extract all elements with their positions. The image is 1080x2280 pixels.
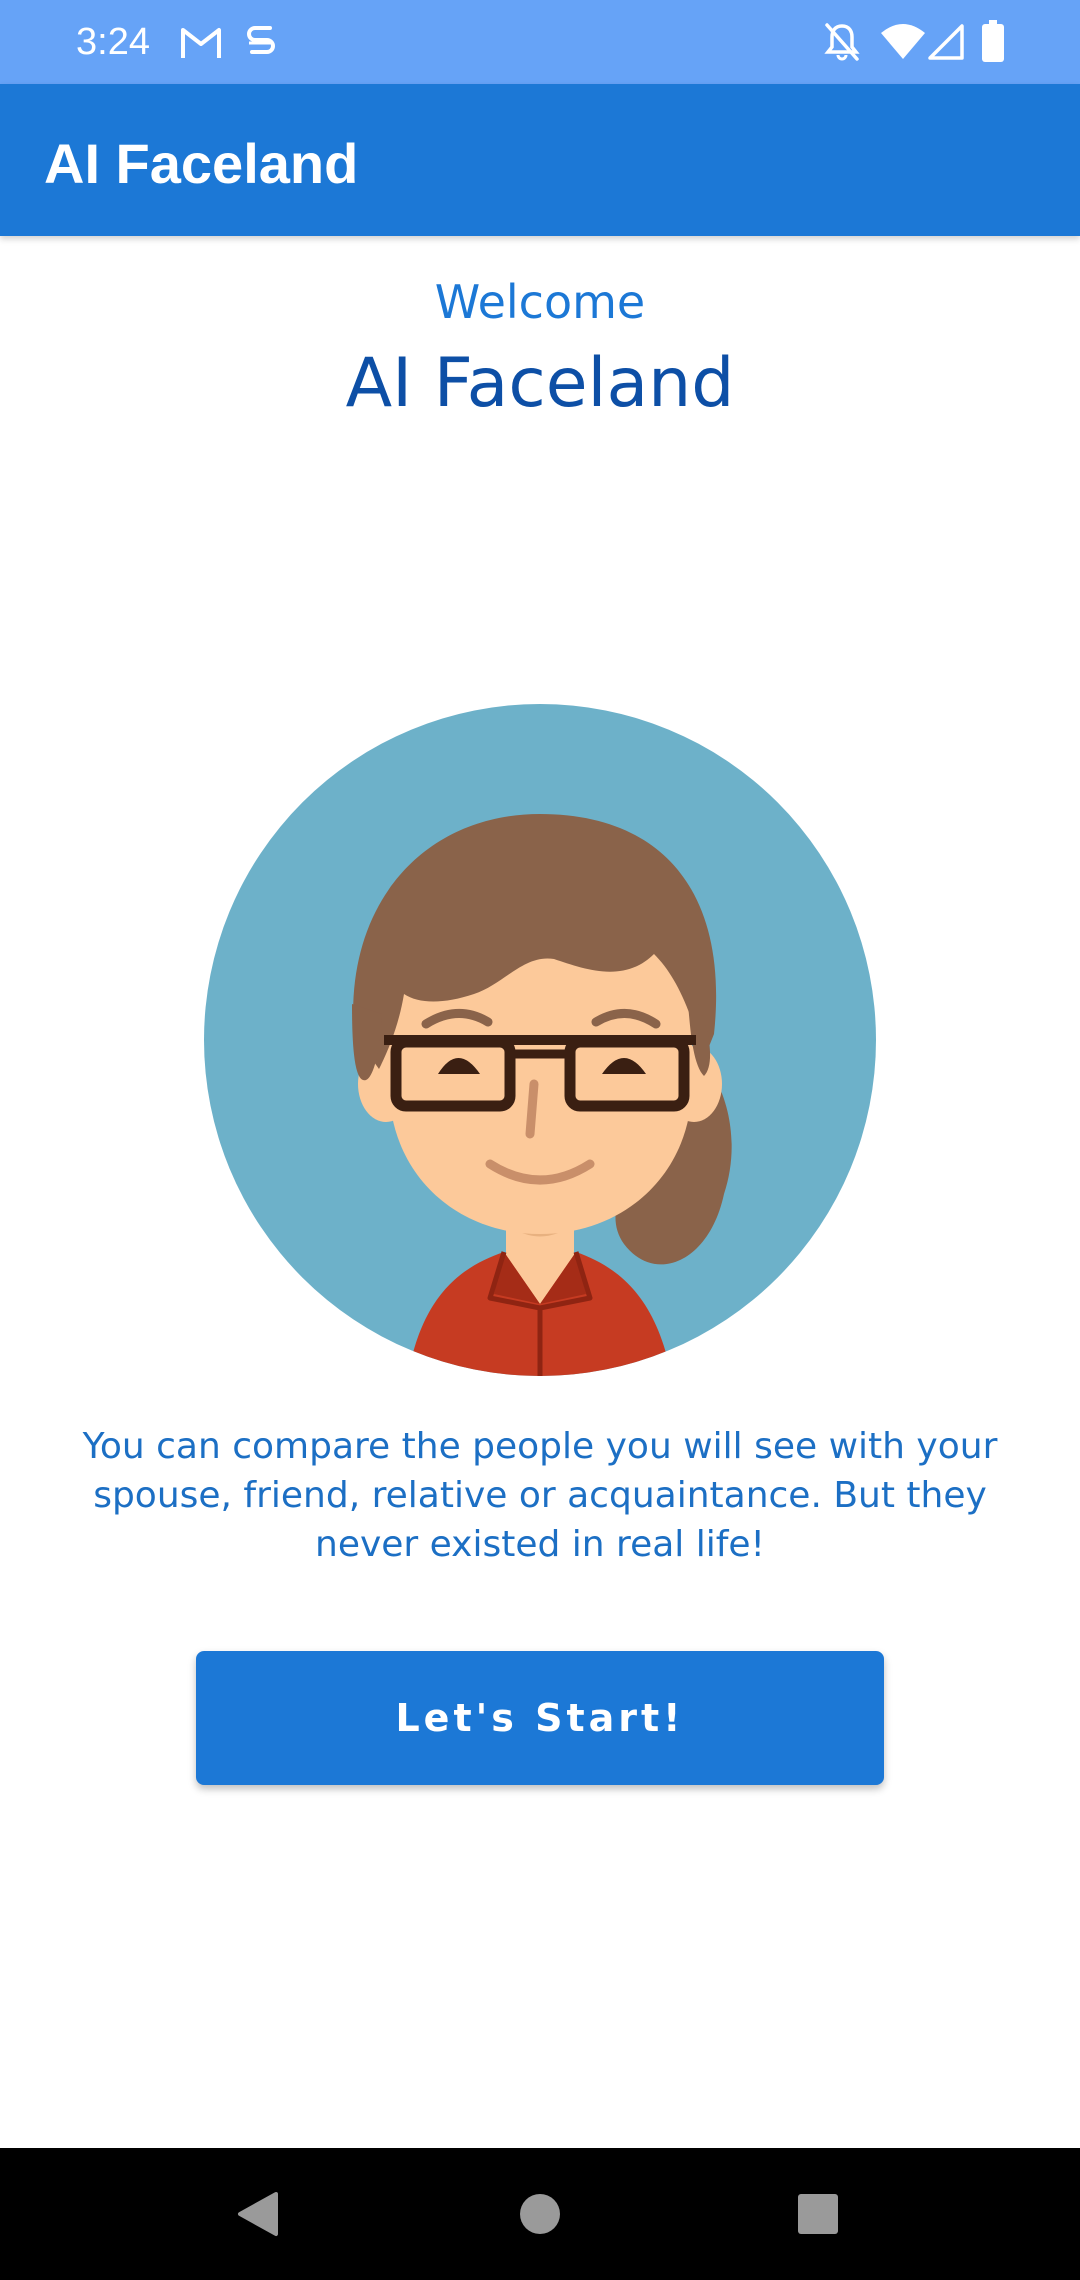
back-icon [238,2192,278,2236]
welcome-label: Welcome [434,275,646,329]
app-bar: AI Faceland [0,84,1080,236]
screen: 3:24 AI Faceland Welcome AI Faceland You… [0,0,1080,2280]
welcome-title: AI Faceland [345,344,735,423]
avatar-icon [204,704,876,1376]
battery-icon [982,20,1004,62]
home-icon [520,2194,560,2234]
sync-icon [247,26,275,54]
avatar-illustration [204,704,876,1376]
bell-off-icon [824,23,860,61]
status-bar: 3:24 [0,0,1080,84]
recents-icon [798,2194,838,2234]
app-bar-title: AI Faceland [44,132,359,195]
navigation-bar [0,2148,1080,2280]
gmail-icon [181,28,221,58]
back-button[interactable] [216,2172,300,2256]
recents-button[interactable] [776,2172,860,2256]
home-button[interactable] [498,2172,582,2256]
status-time: 3:24 [76,21,150,63]
start-button[interactable]: Let's Start! [196,1651,884,1785]
signal-icon [928,24,964,60]
description-text: You can compare the people you will see … [82,1426,998,1565]
wifi-icon [881,24,925,59]
